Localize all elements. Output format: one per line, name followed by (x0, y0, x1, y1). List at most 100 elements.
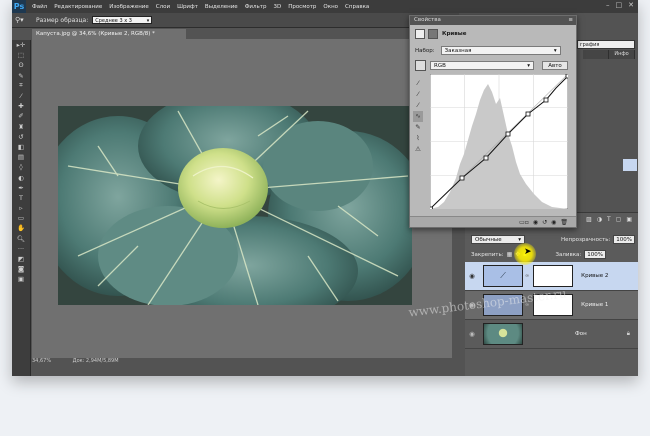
type-tool-icon[interactable]: T (12, 193, 30, 203)
channel-select[interactable]: RGB (430, 61, 534, 70)
menu-view[interactable]: Просмотр (288, 4, 316, 10)
target-adjust-icon[interactable] (415, 60, 426, 71)
opacity-input[interactable]: 100% (613, 235, 636, 244)
preset-row: Набор: Заказная (415, 46, 561, 55)
dodge-tool-icon[interactable]: ◐ (12, 172, 30, 182)
document-tab[interactable]: Капуста.jpg @ 34,6% (Кривые 2, RGB/8) * (32, 29, 186, 39)
panel-tabs: Инфо (583, 50, 635, 59)
ps-logo: Ps (12, 0, 26, 13)
clip-to-layer-icon[interactable]: ▭▫ (519, 219, 529, 226)
white-point-eyedropper-icon[interactable]: ⁄ (413, 100, 423, 111)
path-select-tool-icon[interactable]: ▹ (12, 203, 30, 213)
blur-tool-icon[interactable]: ◊ (12, 162, 30, 172)
menu-filter[interactable]: Фильтр (245, 4, 267, 10)
layer-mask-thumb[interactable] (533, 265, 574, 287)
status-zoom: 34,67% (32, 358, 52, 364)
quick-mask-icon[interactable]: ◙ (12, 264, 30, 274)
curves-graph[interactable] (430, 74, 568, 209)
pencil-icon[interactable]: ✎ (413, 122, 423, 133)
eraser-tool-icon[interactable]: ◧ (12, 142, 30, 152)
menu-3d[interactable]: 3D (273, 4, 281, 10)
close-icon[interactable]: ✕ (628, 1, 634, 9)
status-doc-size: Док: 2,94M/5,89M (72, 358, 119, 364)
menu-edit[interactable]: Редактирование (54, 4, 102, 10)
menu-bar: Ps Файл Редактирование Изображение Слои … (12, 0, 638, 13)
smooth-curve-icon[interactable]: ⌇ (413, 133, 423, 144)
marquee-tool-icon[interactable]: ⬚ (12, 50, 30, 60)
menu-select[interactable]: Выделение (205, 4, 238, 10)
adjustment-row: Кривые (415, 29, 466, 39)
panel-tab-info[interactable]: Инфо (609, 50, 635, 59)
more-tools-icon[interactable]: ··· (12, 244, 30, 254)
view-previous-icon[interactable]: ◉ (533, 219, 538, 226)
lock-pixels-icon[interactable]: ▦ (507, 251, 513, 258)
workspace-field[interactable]: графия (577, 40, 635, 49)
quick-select-tool-icon[interactable]: ✎ (12, 71, 30, 81)
panel-tab-1[interactable] (583, 50, 609, 59)
screen-mode-icon[interactable]: ▣ (12, 274, 30, 284)
hand-tool-icon[interactable]: ✋ (12, 223, 30, 233)
sample-size-label: Размер образца: (36, 16, 89, 24)
layer-background[interactable]: ◉ Фон 🔒︎ (465, 320, 638, 349)
pen-tool-icon[interactable]: ✒ (12, 183, 30, 193)
preset-select[interactable]: Заказная (440, 46, 561, 55)
zoom-tool-icon[interactable]: 🔍︎ (12, 234, 30, 244)
window-controls: – □ ✕ (606, 1, 634, 9)
layer-name: Кривые 1 (581, 302, 609, 308)
lock-row: Закрепить: ▦ ✥ 🔒︎ Заливка: 100% (465, 250, 638, 259)
filter-pixel-icon[interactable]: ▨ (586, 216, 592, 223)
crop-tool-icon[interactable]: ⌗ (12, 81, 30, 91)
curves-adjustment-icon[interactable] (415, 29, 425, 39)
curve-points-icon[interactable]: ∿ (413, 111, 423, 122)
panel-menu-icon[interactable]: ≡ (568, 16, 576, 25)
eyedropper-tool-icon[interactable]: ⁄ (12, 91, 30, 101)
clipping-warning-icon[interactable]: ⚠ (413, 144, 423, 155)
sample-size-select[interactable]: Среднее 3 x 3 (92, 16, 153, 24)
menu-type[interactable]: Шрифт (177, 4, 198, 10)
properties-footer: ▭▫ ◉ ↺ ◉ 🗑︎ (410, 216, 576, 227)
layer-curves-2[interactable]: ◉ ⟋ ∞ Кривые 2 (465, 262, 638, 291)
menu-help[interactable]: Справка (345, 4, 369, 10)
blend-mode-select[interactable]: Обычные (471, 235, 525, 244)
eyedropper-tool-preset-icon[interactable]: ⚲▾ (15, 15, 33, 25)
photoshop-window: Ps Файл Редактирование Изображение Слои … (12, 0, 638, 376)
eye-icon[interactable]: ◉ (465, 272, 479, 280)
adjustment-name: Кривые (442, 31, 467, 37)
visibility-icon[interactable]: ◉ (551, 219, 556, 226)
reset-icon[interactable]: ↺ (542, 219, 547, 226)
stamp-tool-icon[interactable]: ♜ (12, 122, 30, 132)
cabbage-image (58, 106, 412, 305)
filter-shape-icon[interactable]: ▢ (616, 216, 622, 223)
minimize-icon[interactable]: – (606, 1, 610, 9)
maximize-icon[interactable]: □ (616, 1, 623, 9)
lock-icon: 🔒︎ (626, 330, 630, 337)
lasso-tool-icon[interactable]: ʘ (12, 60, 30, 70)
auto-button[interactable]: Авто (542, 61, 568, 70)
black-point-eyedropper-icon[interactable]: ⁄ (413, 78, 423, 89)
lock-label: Закрепить: (471, 251, 504, 258)
properties-header[interactable]: Свойства ≡ (410, 16, 576, 25)
move-tool-icon[interactable]: ▸✛ (12, 40, 30, 50)
history-brush-icon[interactable]: ↺ (12, 132, 30, 142)
preset-label: Набор: (415, 47, 435, 54)
opacity-label: Непрозрачность: (561, 236, 611, 243)
filter-type-icon[interactable]: T (607, 216, 611, 223)
gray-point-eyedropper-icon[interactable]: ⁄ (413, 89, 423, 100)
shape-tool-icon[interactable]: ▭ (12, 213, 30, 223)
trash-icon[interactable]: 🗑︎ (560, 219, 568, 226)
mask-mode-icon[interactable] (428, 29, 438, 39)
canvas-area[interactable] (32, 39, 452, 358)
brush-tool-icon[interactable]: ✐ (12, 111, 30, 121)
eye-icon[interactable]: ◉ (465, 330, 479, 338)
menu-layers[interactable]: Слои (156, 4, 170, 10)
color-swatches-icon[interactable]: ◩ (12, 254, 30, 264)
fill-input[interactable]: 100% (584, 250, 607, 259)
filter-adjust-icon[interactable]: ◑ (597, 216, 602, 223)
filter-smart-icon[interactable]: ▣ (626, 216, 632, 223)
menu-window[interactable]: Окно (323, 4, 338, 10)
menu-image[interactable]: Изображение (109, 4, 149, 10)
properties-panel: Свойства ≡ Кривые Набор: Заказная RGB Ав… (409, 15, 577, 228)
gradient-tool-icon[interactable]: ▤ (12, 152, 30, 162)
healing-tool-icon[interactable]: ✚ (12, 101, 30, 111)
menu-file[interactable]: Файл (32, 4, 47, 10)
